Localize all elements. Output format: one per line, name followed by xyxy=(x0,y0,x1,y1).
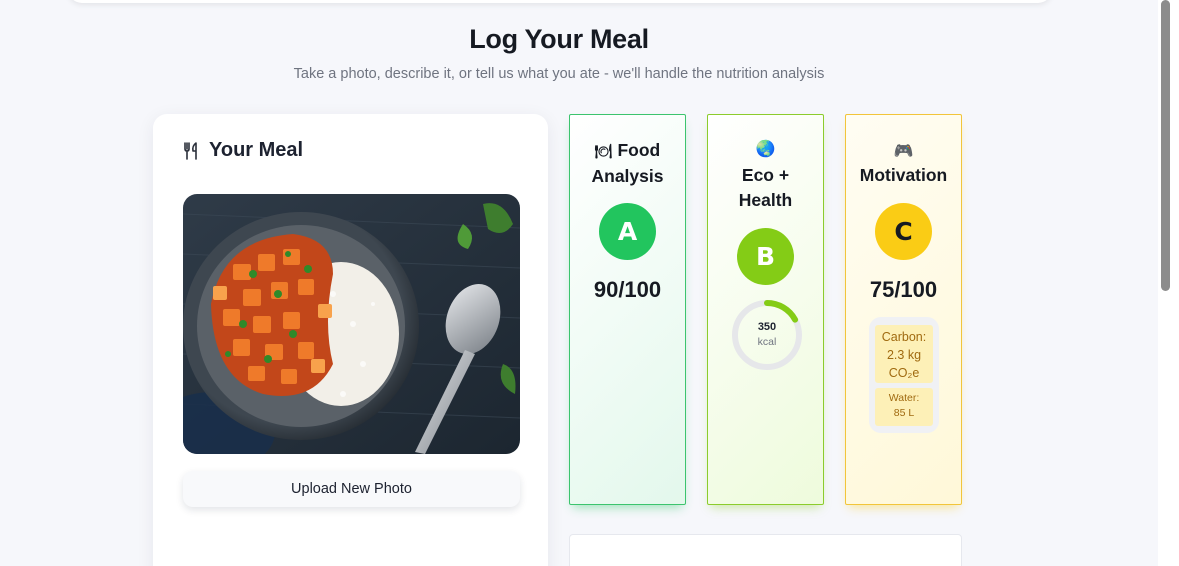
meal-photo xyxy=(183,194,520,454)
motivation-title: Motivation xyxy=(859,165,948,185)
calorie-ring xyxy=(732,300,802,370)
gamepad-icon: 🎮 xyxy=(893,143,914,160)
motivation-card[interactable]: 🎮 Motivation C 75/100 Carbon: 2.3 kg CO₂… xyxy=(845,114,962,505)
scrollbar-thumb[interactable] xyxy=(1161,0,1170,291)
food-analysis-card[interactable]: 🍽 Food Analysis A 90/100 xyxy=(569,114,686,505)
meal-header: Your Meal xyxy=(183,139,303,162)
top-bar xyxy=(68,0,1052,3)
food-score: 90/100 xyxy=(593,277,662,302)
food-grade-badge: A xyxy=(599,203,656,260)
page-title: Log Your Meal xyxy=(469,24,649,54)
calorie-value: 350 xyxy=(757,321,777,333)
upload-photo-button[interactable]: Upload New Photo xyxy=(183,471,520,507)
carbon-chip: Carbon: 2.3 kg CO₂e xyxy=(875,325,933,383)
motivation-grade-badge: C xyxy=(875,203,932,260)
eco-grade-badge: B xyxy=(737,228,794,285)
plate-icon: 🍽 xyxy=(594,143,613,159)
calorie-unit: kcal xyxy=(757,336,777,348)
water-chip: Water: 85 L xyxy=(875,388,933,426)
globe-icon: 🌏 xyxy=(755,141,776,158)
eco-health-card[interactable]: 🌏 Eco + Health B 350 kcal xyxy=(707,114,824,505)
meal-title: Your Meal xyxy=(209,139,304,161)
meal-card: Your Meal Upload New Photo xyxy=(153,114,548,566)
eco-health-title: Eco + Health xyxy=(738,165,793,210)
food-analysis-title: 🍽 Food Analysis xyxy=(591,140,664,186)
fork-knife-icon xyxy=(184,141,197,160)
impact-box: Carbon: 2.3 kg CO₂e Water: 85 L xyxy=(869,317,939,433)
details-panel xyxy=(569,534,962,566)
page-subtitle: Take a photo, describe it, or tell us wh… xyxy=(293,66,825,82)
motivation-score: 75/100 xyxy=(869,277,938,302)
